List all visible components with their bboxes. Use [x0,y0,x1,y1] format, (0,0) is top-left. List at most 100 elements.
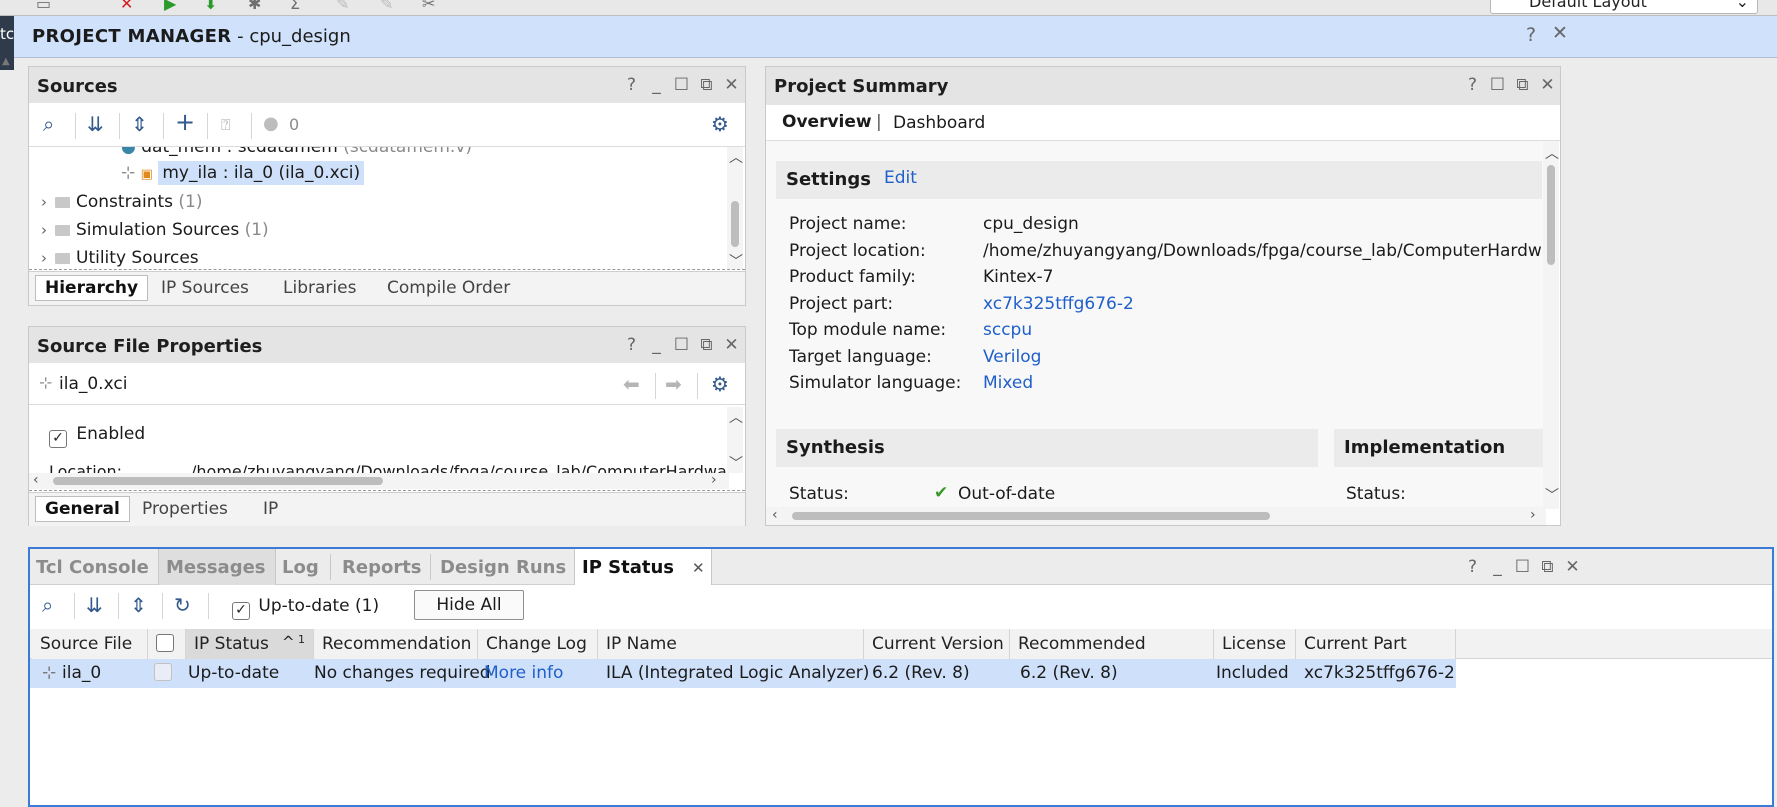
col-ip-status[interactable]: IP Status ^ 1 [186,629,314,659]
tree-item-simulation-sources[interactable]: › Simulation Sources (1) [41,220,269,240]
float-icon[interactable]: ⧉ [1535,557,1560,577]
tab-general[interactable]: General [35,496,130,522]
col-current-version[interactable]: Current Version [864,629,1010,659]
edit-link[interactable]: Edit [884,168,917,188]
tab-libraries[interactable]: Libraries [283,278,356,298]
top-module-link[interactable]: sccpu [983,317,1546,344]
enabled-checkbox[interactable]: ✓ Enabled [49,424,145,448]
tab-log[interactable]: Log [282,557,319,578]
tab-tcl-console[interactable]: Tcl Console [36,557,149,578]
checkbox-icon[interactable] [156,634,174,652]
checkbox-checked-icon[interactable]: ✓ [232,602,250,620]
close-icon[interactable]: ✕ [1552,22,1568,44]
gear-icon[interactable]: ⚙ [711,372,729,396]
col-change-log[interactable]: Change Log [478,629,598,659]
close-icon[interactable]: ✕ [1535,75,1560,95]
hide-all-button[interactable]: Hide All [414,590,524,620]
scroll-thumb[interactable] [792,512,1270,520]
maximize-icon[interactable]: ☐ [1510,557,1535,577]
step-icon[interactable]: ⬇ [204,0,217,13]
maximize-icon[interactable]: ☐ [1485,75,1510,95]
help-icon[interactable]: ? [619,75,644,95]
col-current-part[interactable]: Current Part [1296,629,1456,659]
tree-item-dat-mem[interactable]: ● dat_mem : scdatamem (scdatamem.v) [121,147,472,157]
tab-dashboard[interactable]: Dashboard [893,113,985,133]
row-checkbox[interactable] [148,659,172,688]
expand-all-icon[interactable]: ⇕ [130,593,147,617]
tab-overview[interactable]: Overview [782,112,872,132]
col-license[interactable]: License [1214,629,1296,659]
chevron-right-icon[interactable]: › [1530,507,1536,523]
maximize-icon[interactable]: ☐ [669,75,694,95]
tab-design-runs[interactable]: Design Runs [440,557,566,578]
more-info-link[interactable]: More info [478,659,563,688]
chevron-left-icon[interactable]: ‹ [33,472,39,488]
checkbox-icon[interactable] [154,663,172,681]
col-recommendation[interactable]: Recommendation [314,629,478,659]
layout-select[interactable]: Default Layout ⌄ [1490,0,1758,14]
help-icon[interactable]: ? [1460,75,1485,95]
tab-reports[interactable]: Reports [342,557,422,578]
tab-ip[interactable]: IP [263,499,278,519]
help-icon[interactable]: ? [1526,24,1536,46]
chevron-right-icon[interactable]: › [41,249,47,267]
minimize-icon[interactable]: _ [644,335,669,355]
table-row[interactable]: ⊹ ila_0 Up-to-date No changes required M… [30,659,1456,688]
close-icon[interactable]: ✕ [719,335,744,355]
tab-ip-status[interactable]: IP Status [582,557,674,578]
col-ip-name[interactable]: IP Name [598,629,864,659]
chevron-up-icon[interactable]: ︿ [1545,143,1559,163]
expand-all-icon[interactable]: ⇕ [131,112,148,136]
delete-icon[interactable]: ✕ [120,0,133,13]
maximize-icon[interactable]: ☐ [669,335,694,355]
sigma-icon[interactable]: Σ [290,0,300,13]
float-icon[interactable]: ⧉ [694,75,719,95]
tree-item-my-ila[interactable]: ⊹ ▣ my_ila : ila_0 (ila_0.xci) [121,161,365,185]
search-icon[interactable]: ⌕ [43,112,54,136]
scroll-thumb[interactable] [53,477,383,485]
tree-item-utility-sources[interactable]: › Utility Sources [41,248,199,268]
tab-messages[interactable]: Messages [166,557,266,578]
col-source-file[interactable]: Source File [32,629,148,659]
search-icon[interactable]: ⌕ [42,593,53,617]
tab-ip-sources[interactable]: IP Sources [161,278,249,298]
chevron-left-icon[interactable]: ‹ [772,507,778,523]
summary-vscroll[interactable]: ︿ ﹀ [1543,141,1559,509]
scroll-thumb[interactable] [731,201,739,247]
minimize-icon[interactable]: _ [1485,557,1510,577]
close-icon[interactable]: ✕ [1560,557,1585,577]
sources-vscroll[interactable]: ︿ ﹀ [727,147,743,271]
simulator-language-link[interactable]: Mixed [983,370,1546,397]
minimize-icon[interactable]: _ [644,75,669,95]
tool3-icon[interactable]: ✂ [422,0,435,13]
properties-vscroll[interactable]: ︿ ﹀ [727,407,743,473]
help-icon[interactable]: ? [619,335,644,355]
tool-icon[interactable]: ✎ [336,0,349,13]
chevron-down-icon[interactable]: ﹀ [729,251,743,271]
chevron-down-icon[interactable]: ﹀ [729,453,743,473]
col-select-all[interactable] [148,629,186,659]
uptodate-filter-checkbox[interactable]: ✓ Up-to-date (1) [232,596,379,620]
tree-item-constraints[interactable]: › Constraints (1) [41,192,203,212]
chevron-right-icon[interactable]: › [41,221,47,239]
chevron-right-icon[interactable]: › [41,193,47,211]
settings-icon[interactable]: ✱ [248,0,261,13]
scroll-thumb[interactable] [1547,165,1555,265]
target-language-link[interactable]: Verilog [983,344,1546,371]
chevron-right-icon[interactable]: › [711,472,717,488]
summary-hscroll[interactable]: ‹ › [766,507,1546,525]
chevron-down-icon[interactable]: ﹀ [1545,485,1559,505]
run-icon[interactable]: ▶ [164,0,176,13]
chevron-up-icon[interactable]: ︿ [729,407,743,427]
refresh-icon[interactable]: ↻ [174,593,191,617]
project-part-link[interactable]: xc7k325tffg676-2 [983,291,1546,318]
col-recommended-version[interactable]: Recommended Version [1010,629,1214,684]
tool2-icon[interactable]: ✎ [380,0,393,13]
collapse-all-icon[interactable]: ⇊ [87,112,104,136]
help-icon[interactable]: ? [1460,557,1485,577]
back-arrow-icon[interactable]: ⬅ [623,372,640,396]
tab-properties[interactable]: Properties [142,499,228,519]
float-icon[interactable]: ⧉ [1510,75,1535,95]
chevron-up-icon[interactable]: ︿ [729,147,743,167]
collapse-all-icon[interactable]: ⇊ [86,593,103,617]
